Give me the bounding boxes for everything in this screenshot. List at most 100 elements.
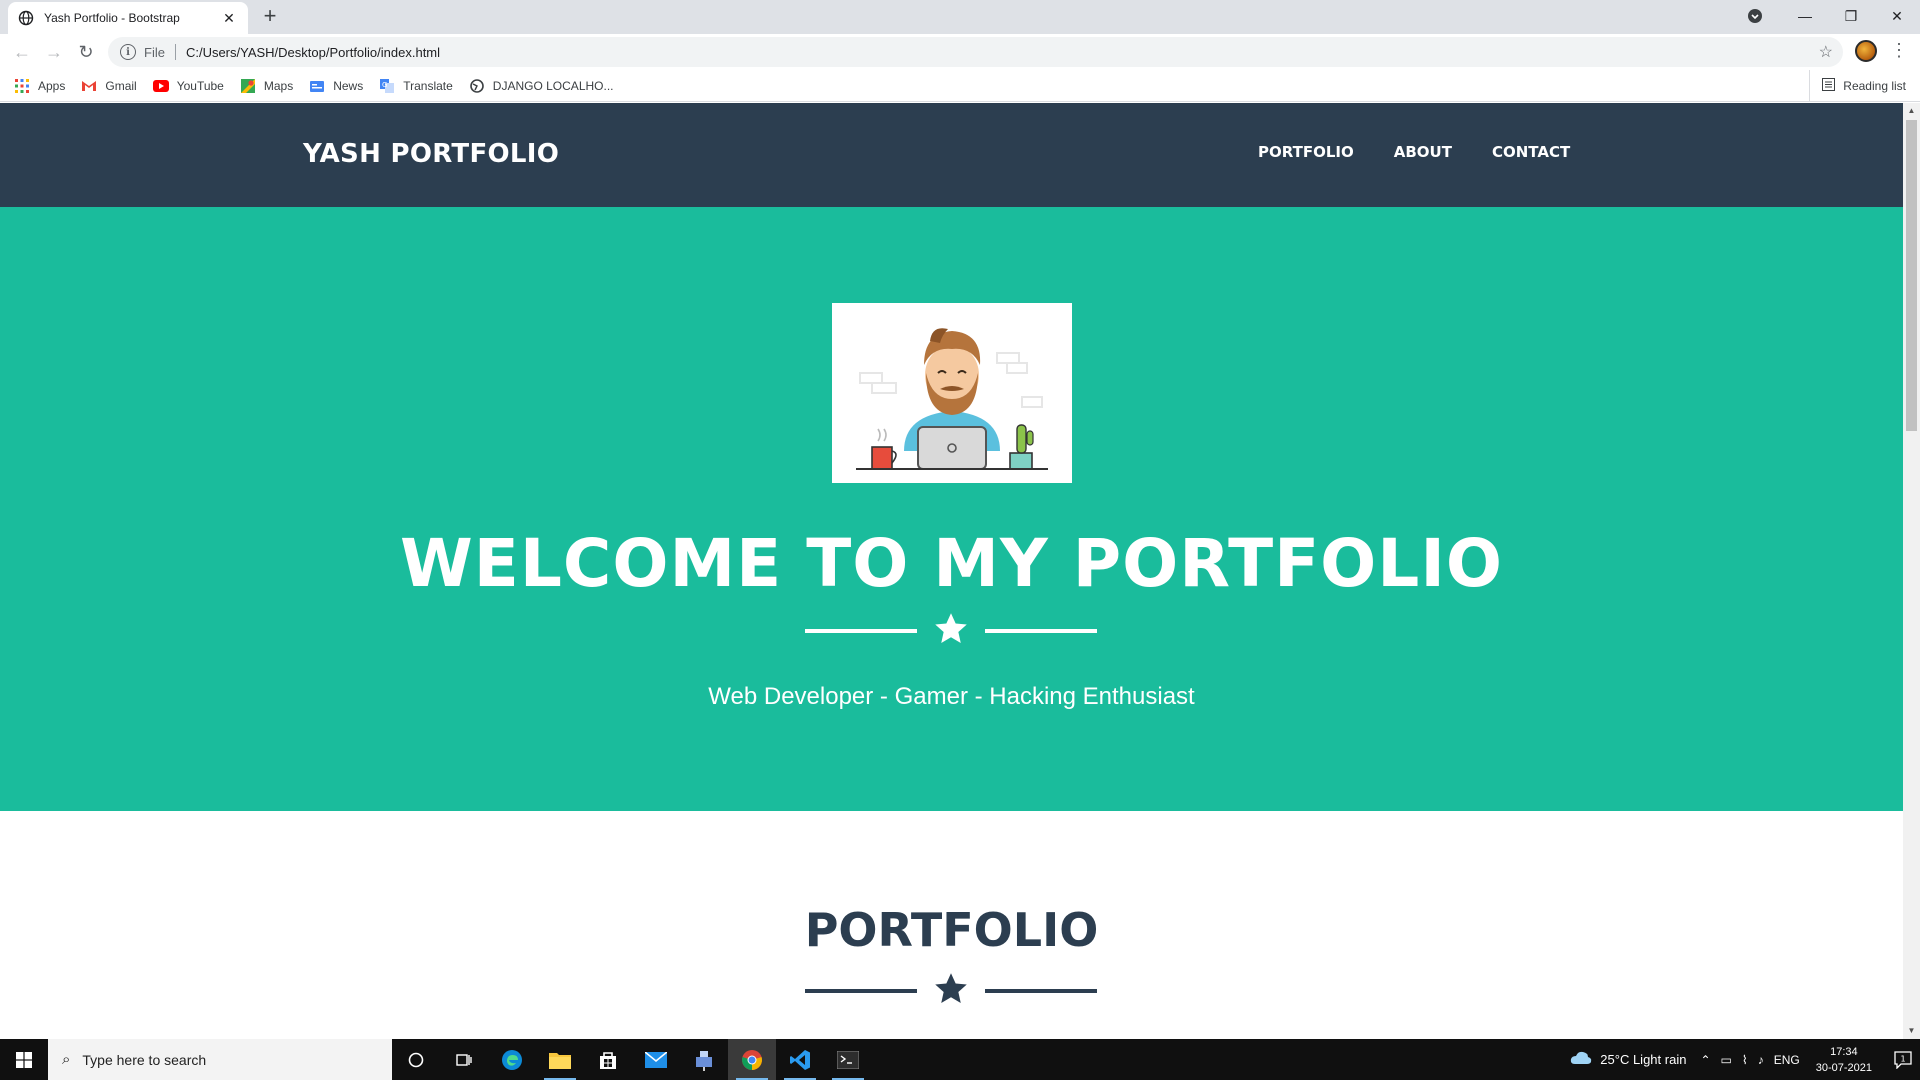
address-bar[interactable]: i File C:/Users/YASH/Desktop/Portfolio/i… [108, 37, 1843, 67]
divider-line [805, 629, 917, 633]
nav-link-portfolio[interactable]: PORTFOLIO [1258, 143, 1354, 161]
scroll-down-icon[interactable]: ▼ [1903, 1023, 1920, 1039]
tab-close-icon[interactable]: ✕ [220, 10, 238, 27]
bookmark-label: YouTube [176, 78, 224, 93]
hero-title: WELCOME TO MY PORTFOLIO [399, 525, 1504, 602]
reading-list-icon [1822, 78, 1836, 94]
close-window-icon[interactable]: ✕ [1874, 0, 1920, 32]
reload-icon[interactable]: ↻ [70, 36, 102, 68]
hero-divider [805, 611, 1097, 651]
page-scrollbar[interactable]: ▲ ▼ [1903, 103, 1920, 1039]
omnibox-separator [174, 44, 176, 60]
tab-title: Yash Portfolio - Bootstrap [44, 11, 180, 25]
browser-toolbar: ← → ↻ i File C:/Users/YASH/Desktop/Portf… [0, 34, 1920, 70]
section-title: PORTFOLIO [804, 903, 1099, 957]
globe-icon [469, 78, 485, 94]
bookmark-label: Apps [38, 78, 66, 93]
file-explorer-icon[interactable] [536, 1039, 584, 1080]
system-tray: 25°C Light rain ⌃ ▭ ⌇ ♪ ENG 17:34 30-07-… [1570, 1039, 1920, 1080]
profile-avatar-icon[interactable] [1855, 40, 1877, 62]
terminal-icon[interactable] [824, 1039, 872, 1080]
divider-line [985, 629, 1097, 633]
nav-link-contact[interactable]: CONTACT [1492, 143, 1570, 161]
window-controls: — ❐ ✕ [1744, 0, 1920, 32]
minimize-icon[interactable]: — [1782, 0, 1828, 32]
mail-icon[interactable] [632, 1039, 680, 1080]
back-arrow-icon[interactable]: ← [6, 36, 38, 68]
bookmark-label: DJANGO LOCALHO... [492, 78, 614, 93]
bookmark-maps[interactable]: Maps [240, 78, 293, 94]
taskbar-clock[interactable]: 17:34 30-07-2021 [1816, 1044, 1872, 1076]
url-scheme-label: File [144, 44, 165, 60]
site-brand-link[interactable]: YASH PORTFOLIO [303, 139, 559, 169]
volume-icon[interactable]: ♪ [1758, 1053, 1764, 1067]
language-indicator[interactable]: ENG [1774, 1053, 1800, 1067]
cortana-icon[interactable] [392, 1039, 440, 1080]
browser-tab[interactable]: Yash Portfolio - Bootstrap ✕ [8, 2, 248, 34]
section-divider [805, 971, 1097, 1011]
info-icon[interactable]: i [120, 44, 136, 60]
chrome-taskbar-icon[interactable] [728, 1039, 776, 1080]
forward-arrow-icon[interactable]: → [38, 36, 70, 68]
taskbar-search-input[interactable]: ⌕ Type here to search [48, 1039, 392, 1080]
wifi-icon[interactable]: ⌇ [1742, 1053, 1748, 1067]
windows-logo-icon [16, 1051, 32, 1068]
bookmark-label: Maps [263, 78, 294, 93]
chrome-menu-icon[interactable]: ⋮ [1890, 40, 1908, 61]
url-text[interactable]: C:/Users/YASH/Desktop/Portfolio/index.ht… [186, 45, 1819, 60]
bookmark-django[interactable]: DJANGO LOCALHO... [469, 78, 614, 94]
notification-count: 1 [1900, 1054, 1905, 1063]
vscode-icon[interactable] [776, 1039, 824, 1080]
bookmark-translate[interactable]: G Translate [379, 78, 453, 94]
clock-time: 17:34 [1830, 1045, 1858, 1058]
notification-center-icon[interactable]: 1 [1886, 1039, 1920, 1080]
battery-icon[interactable]: ▭ [1721, 1053, 1732, 1067]
scrollbar-thumb[interactable] [1906, 120, 1917, 431]
tab-search-icon[interactable] [1744, 0, 1766, 32]
scroll-up-icon[interactable]: ▲ [1903, 103, 1920, 119]
cloud-rain-icon [1570, 1051, 1592, 1068]
weather-widget[interactable]: 25°C Light rain [1570, 1051, 1686, 1068]
bookmark-label: Translate [403, 78, 453, 93]
divider-line [985, 989, 1097, 993]
maps-icon [240, 78, 256, 94]
nav-link-about[interactable]: ABOUT [1394, 143, 1452, 161]
youtube-icon [152, 78, 169, 94]
globe-icon [18, 10, 34, 26]
bookmark-gmail[interactable]: Gmail [81, 78, 137, 94]
bookmark-label: News [333, 78, 364, 93]
microsoft-store-icon[interactable] [584, 1039, 632, 1080]
weather-text: 25°C Light rain [1600, 1052, 1687, 1067]
bookmark-apps[interactable]: Apps [14, 78, 65, 94]
windows-taskbar: ⌕ Type here to search 25°C Light rain ⌃ … [0, 1039, 1920, 1080]
page-viewport: YASH PORTFOLIO PORTFOLIO ABOUT CONTACT W… [0, 103, 1903, 1039]
chevron-up-icon[interactable]: ⌃ [1700, 1053, 1710, 1067]
bookmarks-bar: Apps Gmail YouTube Maps News G Translate [0, 70, 1920, 102]
translate-icon: G [379, 78, 395, 94]
gmail-icon [81, 78, 97, 94]
apps-grid-icon [14, 78, 30, 94]
bookmark-youtube[interactable]: YouTube [152, 78, 224, 94]
network-app-icon[interactable] [680, 1039, 728, 1080]
restore-icon[interactable]: ❐ [1828, 0, 1874, 32]
task-view-icon[interactable] [440, 1039, 488, 1080]
reading-list-button[interactable]: Reading list [1809, 70, 1906, 102]
bookmark-news[interactable]: News [309, 78, 363, 94]
news-icon [309, 78, 325, 94]
star-icon [935, 613, 967, 643]
clock-date: 30-07-2021 [1815, 1061, 1872, 1074]
portfolio-section: PORTFOLIO [0, 811, 1903, 1039]
search-icon: ⌕ [62, 1051, 71, 1068]
site-nav-links: PORTFOLIO ABOUT CONTACT [1258, 143, 1610, 161]
hero-section: WELCOME TO MY PORTFOLIO Web Developer - … [0, 207, 1903, 811]
bookmark-label: Gmail [105, 78, 137, 93]
search-placeholder: Type here to search [82, 1051, 207, 1068]
new-tab-button[interactable]: + [258, 5, 282, 29]
hero-subtitle: Web Developer - Gamer - Hacking Enthusia… [708, 683, 1195, 710]
edge-browser-icon[interactable] [488, 1039, 536, 1080]
developer-avatar-image [832, 303, 1072, 483]
bookmark-star-icon[interactable]: ☆ [1819, 42, 1833, 62]
browser-tab-strip: Yash Portfolio - Bootstrap ✕ + — ❐ ✕ [0, 0, 1920, 34]
start-button[interactable] [0, 1039, 48, 1080]
star-icon [935, 973, 967, 1003]
